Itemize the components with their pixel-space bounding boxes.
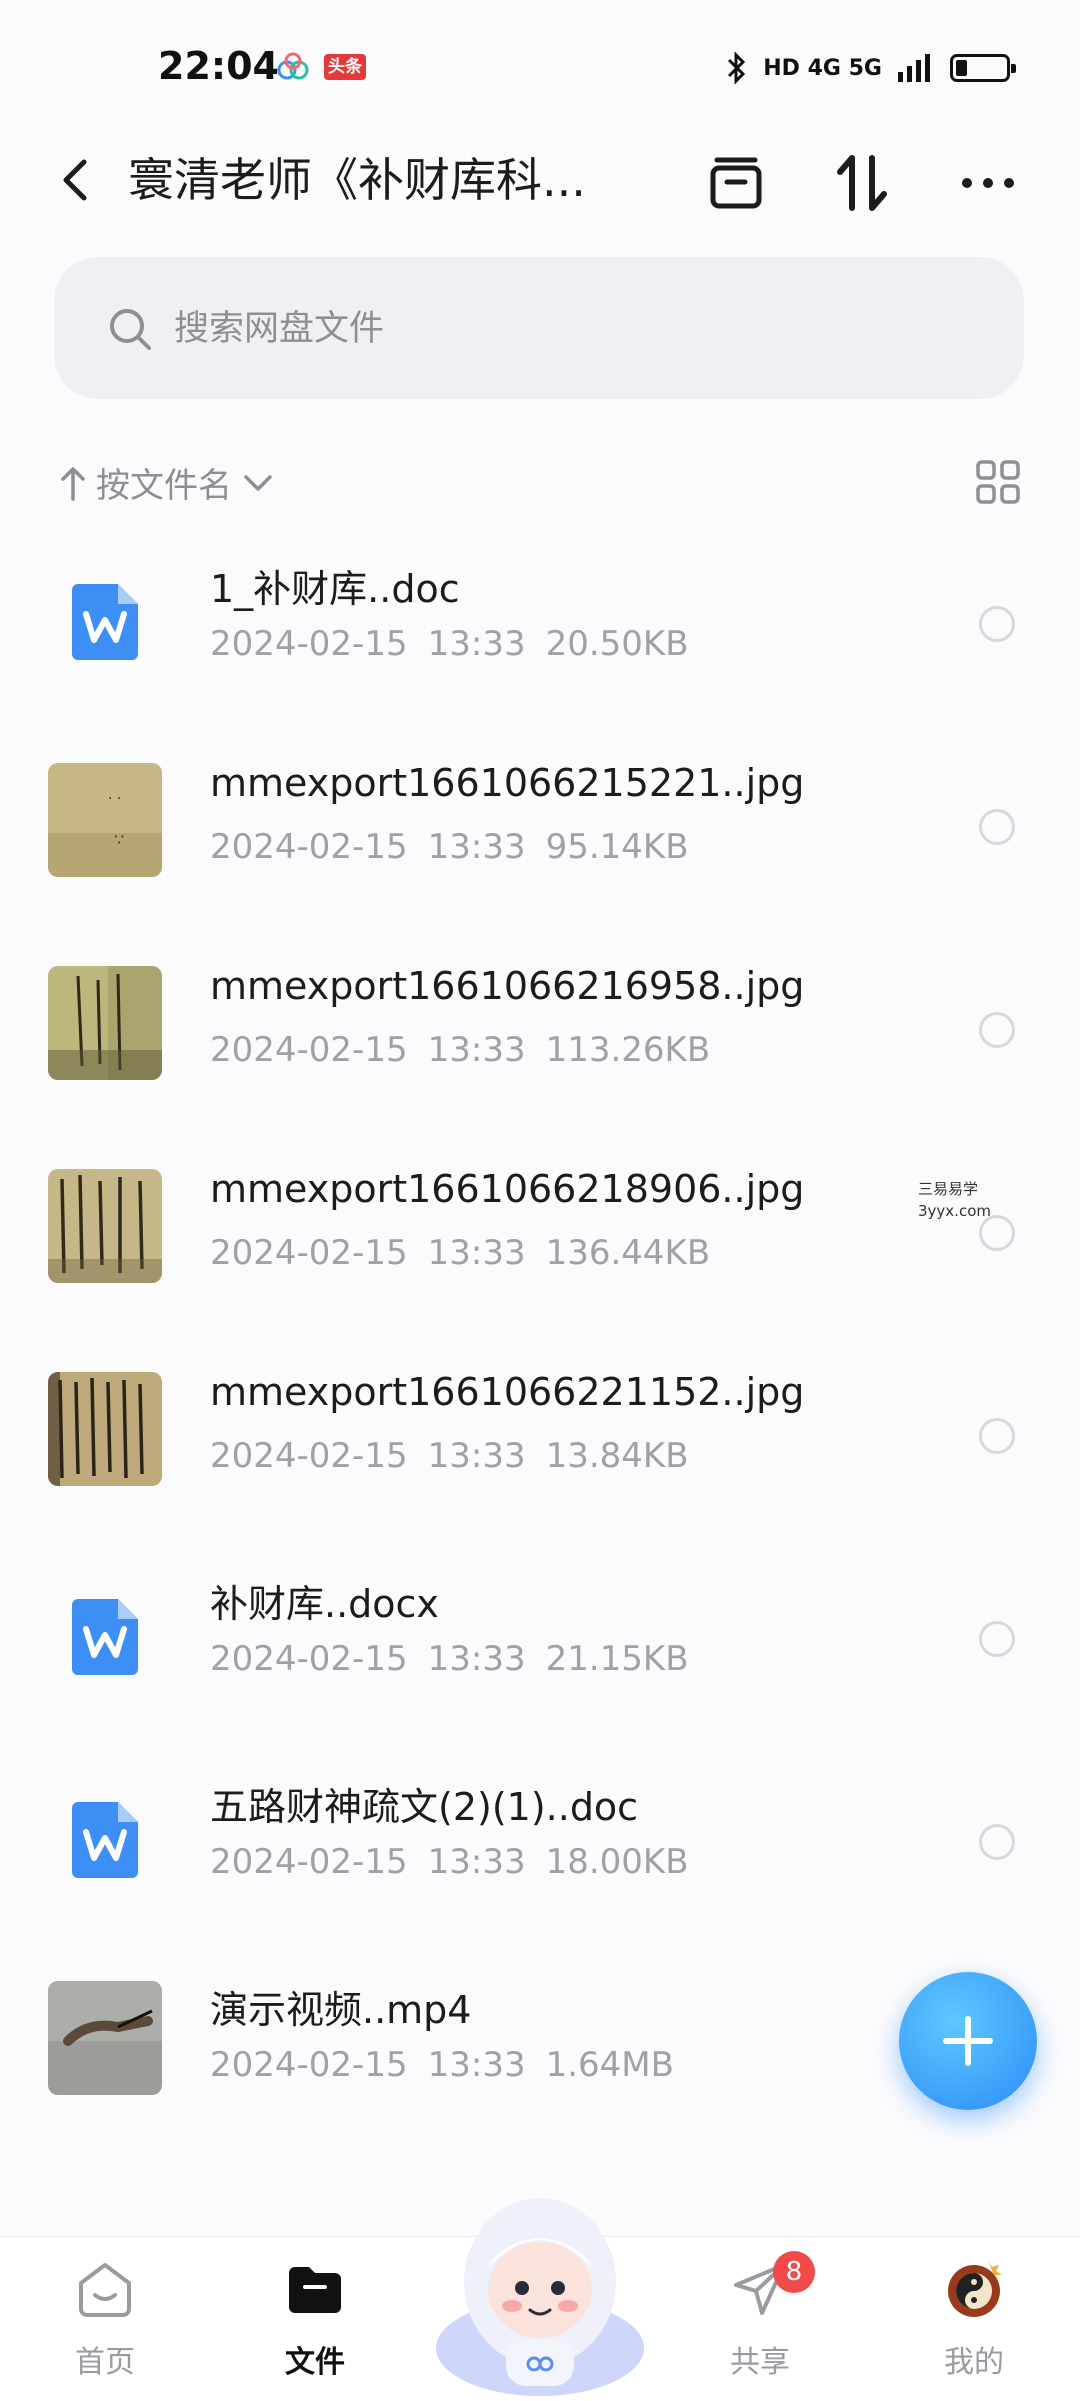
svg-text:· ·: · · — [108, 791, 121, 807]
search-input[interactable] — [172, 297, 876, 361]
file-meta: 2024-02-15 13:33 1.64MB — [210, 2045, 674, 2085]
share-badge: 8 — [773, 2251, 815, 2293]
toutiao-badge: 头条 — [324, 54, 366, 80]
nav-home[interactable]: 首页 — [45, 2257, 165, 2387]
file-meta: 2024-02-15 13:33 20.50KB — [210, 624, 689, 664]
more-icon[interactable] — [955, 150, 1021, 216]
network-label: HD 4G 5G — [763, 55, 882, 81]
image-thumbnail: · · ∵ — [48, 763, 162, 877]
page-title: 寰清老师《补财库科... — [128, 153, 586, 207]
file-row[interactable]: mmexport1661066216958..jpg 2024-02-15 13:… — [0, 936, 1080, 1139]
sort-bar: 按文件名 — [0, 448, 1080, 518]
nav-share[interactable]: 8 共享 — [700, 2251, 820, 2387]
status-icons: HD 4G 5G — [725, 48, 1016, 88]
file-row[interactable]: · · ∵ mmexport1661066215221..jpg 2024-02… — [0, 733, 1080, 936]
status-time: 22:04 — [158, 44, 279, 88]
file-meta: 2024-02-15 13:33 95.14KB — [210, 827, 689, 867]
battery-icon — [950, 54, 1016, 82]
select-radio[interactable] — [979, 1012, 1015, 1048]
image-thumbnail — [48, 1169, 162, 1283]
file-name: mmexport1661066215221..jpg — [210, 761, 805, 805]
file-name: 补财库..docx — [210, 1582, 439, 1626]
word-doc-icon — [72, 584, 138, 660]
folder-icon — [289, 2267, 341, 2313]
file-meta: 2024-02-15 13:33 13.84KB — [210, 1436, 689, 1476]
watermark: 三易易学 3yyx.com — [918, 1180, 991, 1220]
file-meta: 2024-02-15 13:33 113.26KB — [210, 1030, 711, 1070]
file-row[interactable]: mmexport1661066218906..jpg 2024-02-15 13:… — [0, 1139, 1080, 1342]
bluetooth-icon — [728, 51, 746, 85]
arrow-up-icon — [61, 466, 85, 501]
plus-icon — [943, 2016, 993, 2066]
chevron-down-icon — [244, 474, 272, 491]
file-name: mmexport1661066218906..jpg — [210, 1167, 805, 1211]
select-radio[interactable] — [979, 1824, 1015, 1860]
word-doc-icon — [72, 1802, 138, 1878]
file-name: 五路财神疏文(2)(1)..doc — [210, 1785, 639, 1829]
search-bar[interactable] — [54, 257, 1024, 399]
mascot-button[interactable] — [430, 2172, 650, 2400]
search-icon — [110, 309, 151, 350]
header: 寰清老师《补财库科... — [0, 130, 1080, 230]
select-radio[interactable] — [979, 809, 1015, 845]
nav-home-label: 首页 — [75, 2345, 135, 2380]
grid-view-icon[interactable] — [974, 458, 1022, 506]
add-button[interactable] — [899, 1972, 1037, 2110]
file-name: mmexport1661066221152..jpg — [210, 1370, 805, 1414]
file-meta: 2024-02-15 13:33 21.15KB — [210, 1639, 689, 1679]
cloud-app-icon — [277, 52, 309, 80]
select-radio[interactable] — [979, 606, 1015, 642]
file-meta: 2024-02-15 13:33 136.44KB — [210, 1233, 711, 1273]
word-doc-icon — [72, 1599, 138, 1675]
select-radio[interactable] — [979, 1621, 1015, 1657]
archive-icon[interactable] — [703, 150, 769, 216]
file-meta: 2024-02-15 13:33 18.00KB — [210, 1842, 689, 1882]
svg-text:∵: ∵ — [114, 830, 124, 849]
sort-by-name-button[interactable]: 按文件名 — [58, 458, 276, 507]
sort-arrows-icon[interactable] — [830, 150, 896, 216]
nav-share-label: 共享 — [730, 2345, 790, 2380]
back-icon[interactable] — [48, 150, 108, 210]
sort-label: 按文件名 — [96, 466, 232, 506]
image-thumbnail — [48, 1372, 162, 1486]
file-name: 1_补财库..doc — [210, 567, 460, 611]
select-radio[interactable] — [979, 1418, 1015, 1454]
nav-files-label: 文件 — [285, 2345, 345, 2380]
status-bar: 22:04 头条 HD 4G 5G — [0, 0, 1080, 130]
file-row[interactable]: 补财库..docx 2024-02-15 13:33 21.15KB — [0, 1545, 1080, 1748]
file-name: mmexport1661066216958..jpg — [210, 964, 805, 1008]
avatar — [948, 2261, 1002, 2317]
image-thumbnail — [48, 966, 162, 1080]
video-thumbnail — [48, 1981, 162, 2095]
nav-files[interactable]: 文件 — [255, 2257, 375, 2387]
signal-icon — [898, 54, 930, 82]
nav-me[interactable]: 我的 — [914, 2257, 1034, 2387]
file-row[interactable]: mmexport1661066221152..jpg 2024-02-15 13:… — [0, 1342, 1080, 1545]
nav-me-label: 我的 — [944, 2345, 1004, 2380]
file-row[interactable]: 五路财神疏文(2)(1)..doc 2024-02-15 13:33 18.00KB — [0, 1748, 1080, 1951]
file-name: 演示视频..mp4 — [210, 1988, 472, 2032]
home-icon — [79, 2263, 131, 2317]
file-row[interactable]: 1_补财库..doc 2024-02-15 13:33 20.50KB — [0, 530, 1080, 733]
